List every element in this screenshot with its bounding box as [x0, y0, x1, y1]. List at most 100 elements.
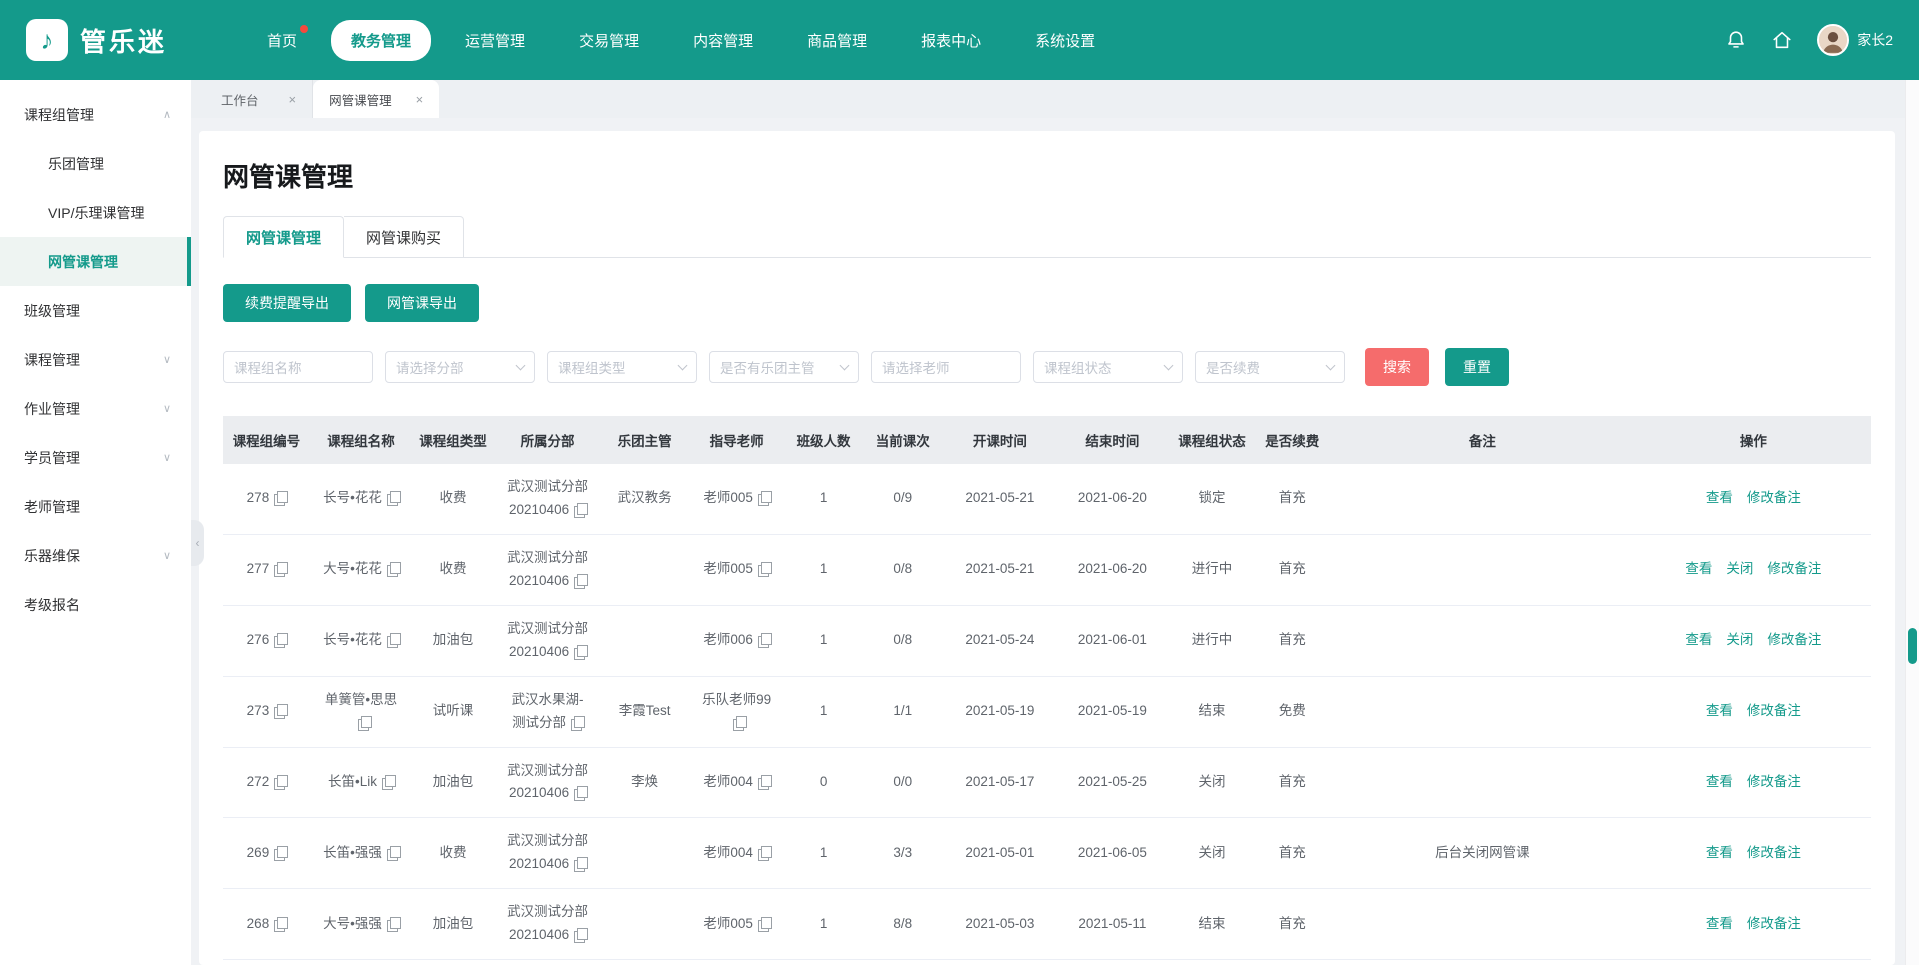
cell-remark [1329, 605, 1636, 676]
sidebar-item[interactable]: 老师管理 [0, 482, 191, 531]
copy-icon[interactable] [733, 716, 745, 729]
export-button[interactable]: 续费提醒导出 [223, 284, 351, 322]
scrollbar-thumb[interactable] [1908, 628, 1917, 664]
home-icon[interactable] [1771, 29, 1793, 51]
copy-icon[interactable] [574, 857, 586, 870]
copy-icon[interactable] [274, 562, 286, 575]
action-view[interactable]: 查看 [1685, 558, 1712, 581]
view-tab[interactable]: 网管课管理× [313, 80, 439, 118]
sidebar-item[interactable]: 乐器维保∨ [0, 531, 191, 580]
copy-icon[interactable] [274, 633, 286, 646]
copy-icon[interactable] [574, 645, 586, 658]
action-edit-remark[interactable]: 修改备注 [1747, 487, 1801, 510]
top-nav-item[interactable]: 系统设置 [1015, 20, 1115, 61]
filter-input[interactable]: 请选择老师 [871, 351, 1021, 383]
sidebar-item[interactable]: 班级管理 [0, 286, 191, 335]
sidebar-item[interactable]: 课程组管理∧ [0, 90, 191, 139]
copy-icon[interactable] [358, 716, 370, 729]
user-menu[interactable]: 家长2 [1817, 24, 1893, 56]
copy-icon[interactable] [574, 574, 586, 587]
top-nav-item[interactable]: 商品管理 [787, 20, 887, 61]
copy-icon[interactable] [387, 633, 399, 646]
cell-students: 1 [785, 889, 862, 960]
copy-icon[interactable] [758, 491, 770, 504]
sidebar-subitem[interactable]: 乐团管理 [0, 139, 191, 188]
action-view[interactable]: 查看 [1706, 771, 1733, 794]
sidebar-item-label: 老师管理 [24, 497, 80, 517]
export-button[interactable]: 网管课导出 [365, 284, 479, 322]
top-nav-item[interactable]: 运营管理 [445, 20, 545, 61]
filter-placeholder: 是否有乐团主管 [720, 357, 815, 377]
sidebar-subitem[interactable]: 网管课管理 [0, 237, 191, 286]
copy-icon[interactable] [274, 491, 286, 504]
action-edit-remark[interactable]: 修改备注 [1747, 913, 1801, 936]
close-icon[interactable]: × [416, 92, 424, 107]
copy-icon[interactable] [758, 775, 770, 788]
filter-select[interactable]: 请选择分部 [385, 351, 535, 383]
cell-actions: 查看修改备注 [1636, 889, 1871, 960]
copy-icon[interactable] [382, 775, 394, 788]
chevron-down-icon: ∨ [163, 353, 171, 366]
action-view[interactable]: 查看 [1706, 842, 1733, 865]
action-edit-remark[interactable]: 修改备注 [1767, 629, 1821, 652]
sidebar-item[interactable]: 学员管理∨ [0, 433, 191, 482]
sub-tab[interactable]: 网管课管理 [223, 216, 344, 258]
sub-tab[interactable]: 网管课购买 [344, 216, 464, 258]
action-edit-remark[interactable]: 修改备注 [1747, 842, 1801, 865]
copy-icon[interactable] [574, 928, 586, 941]
filter-select[interactable]: 是否续费 [1195, 351, 1345, 383]
top-nav-item[interactable]: 内容管理 [673, 20, 773, 61]
reset-button[interactable]: 重置 [1445, 348, 1509, 386]
cell-text: 大号•花花 [314, 558, 408, 581]
chevron-down-icon [678, 360, 688, 370]
copy-icon[interactable] [274, 846, 286, 859]
copy-icon[interactable] [387, 562, 399, 575]
copy-icon[interactable] [274, 917, 286, 930]
filter-select[interactable]: 是否有乐团主管 [709, 351, 859, 383]
filter-select[interactable]: 课程组状态 [1033, 351, 1183, 383]
cell-lessons: 1/1 [862, 676, 944, 747]
sidebar-collapse-handle[interactable]: ‹ [191, 520, 204, 566]
copy-icon[interactable] [758, 917, 770, 930]
action-close[interactable]: 关闭 [1726, 558, 1753, 581]
sidebar-subitem[interactable]: VIP/乐理课管理 [0, 188, 191, 237]
top-nav-item[interactable]: 报表中心 [901, 20, 1001, 61]
logo[interactable]: ♪ 管乐迷 [26, 19, 167, 61]
copy-icon[interactable] [274, 704, 286, 717]
action-edit-remark[interactable]: 修改备注 [1747, 771, 1801, 794]
sidebar-item[interactable]: 考级报名 [0, 580, 191, 629]
sidebar-item-label: 课程组管理 [24, 105, 94, 125]
cell-start: 2021-05-21 [944, 464, 1056, 534]
action-close[interactable]: 关闭 [1726, 629, 1753, 652]
table-row: 273单簧管•思思试听课武汉水果湖-测试分部李霞Test乐队老师9911/120… [223, 676, 1871, 747]
page-scrollbar[interactable] [1905, 80, 1919, 965]
top-nav-item[interactable]: 教务管理 [331, 20, 431, 61]
copy-icon[interactable] [571, 716, 583, 729]
view-tab[interactable]: 工作台× [205, 80, 313, 118]
copy-icon[interactable] [574, 503, 586, 516]
copy-icon[interactable] [574, 786, 586, 799]
bell-icon[interactable] [1725, 29, 1747, 51]
sidebar-item[interactable]: 作业管理∨ [0, 384, 191, 433]
copy-icon[interactable] [758, 633, 770, 646]
copy-icon[interactable] [758, 562, 770, 575]
top-nav-item[interactable]: 交易管理 [559, 20, 659, 61]
copy-icon[interactable] [387, 917, 399, 930]
copy-icon[interactable] [758, 846, 770, 859]
filter-input[interactable]: 课程组名称 [223, 351, 373, 383]
action-edit-remark[interactable]: 修改备注 [1747, 700, 1801, 723]
close-icon[interactable]: × [289, 92, 297, 107]
action-view[interactable]: 查看 [1706, 913, 1733, 936]
top-nav-item[interactable]: 首页 [247, 20, 317, 61]
sidebar-item[interactable]: 课程管理∨ [0, 335, 191, 384]
copy-icon[interactable] [274, 775, 286, 788]
copy-icon[interactable] [387, 846, 399, 859]
search-button[interactable]: 搜索 [1365, 348, 1429, 386]
action-view[interactable]: 查看 [1706, 487, 1733, 510]
action-view[interactable]: 查看 [1685, 629, 1712, 652]
filter-select[interactable]: 课程组类型 [547, 351, 697, 383]
copy-icon[interactable] [387, 491, 399, 504]
cell-remark: 后台关闭网管课 [1329, 818, 1636, 889]
action-edit-remark[interactable]: 修改备注 [1767, 558, 1821, 581]
action-view[interactable]: 查看 [1706, 700, 1733, 723]
